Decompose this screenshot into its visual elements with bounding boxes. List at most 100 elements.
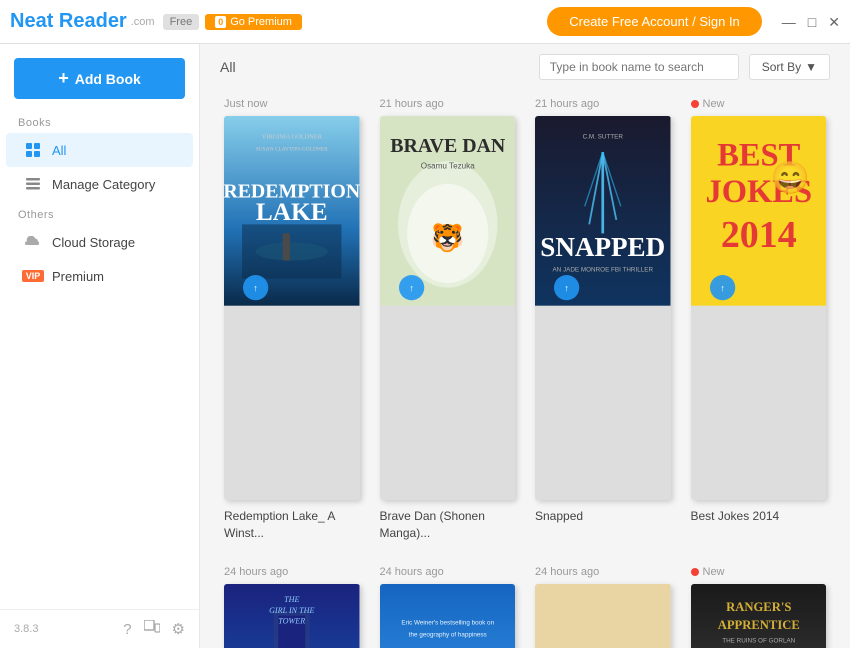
svg-text:VIRGINIA GOLDNER: VIRGINIA GOLDNER xyxy=(262,134,323,141)
book-cover: RANGER'S APPRENTICE THE RUINS OF GORLAN … xyxy=(691,584,827,648)
svg-text:Osamu Tezuka: Osamu Tezuka xyxy=(420,161,474,170)
sidebar-footer: 3.8.3 ? ⚙ xyxy=(0,609,199,648)
timestamp-text: Just now xyxy=(224,98,267,110)
book-timestamp: Just now xyxy=(224,98,360,110)
vip-badge: VIP xyxy=(22,270,45,282)
book-timestamp: 24 hours ago xyxy=(535,566,671,578)
book-title: Brave Dan (Shonen Manga)... xyxy=(380,508,516,542)
sidebar-item-manage-category[interactable]: Manage Category xyxy=(6,167,193,201)
svg-text:the geography of happiness: the geography of happiness xyxy=(408,631,486,638)
manage-category-label: Manage Category xyxy=(52,177,155,192)
sidebar-item-all[interactable]: All xyxy=(6,133,193,167)
window-controls: — □ ✕ xyxy=(782,15,840,29)
book-cover: C.M. SUTTER SNAPPED AN JADE MONROE FBI T… xyxy=(535,116,671,500)
section-title: All xyxy=(220,59,529,75)
book-item[interactable]: New BEST JOKES 2014 😄 ↑ Best Jokes 2014 xyxy=(681,90,837,558)
svg-text:😄: 😄 xyxy=(770,159,809,195)
add-book-button[interactable]: + Add Book xyxy=(14,58,185,99)
svg-text:2014: 2014 xyxy=(720,214,796,256)
app-name-com: .com xyxy=(131,16,155,28)
book-item[interactable]: 24 hours ago This Side of Paradise nodrm… xyxy=(525,558,681,648)
svg-text:GIRL IN THE: GIRL IN THE xyxy=(269,606,314,615)
svg-text:TOWER: TOWER xyxy=(278,617,305,626)
book-timestamp: New xyxy=(691,98,827,110)
book-title: Best Jokes 2014 xyxy=(691,508,827,525)
settings-icon[interactable]: ⚙ xyxy=(172,620,185,638)
svg-text:Eric Weiner's bestselling book: Eric Weiner's bestselling book on xyxy=(401,620,494,627)
svg-text:AN JADE MONROE FBI THRILLER: AN JADE MONROE FBI THRILLER xyxy=(552,266,653,273)
book-item[interactable]: New RANGER'S APPRENTICE THE RUINS OF GOR… xyxy=(681,558,837,648)
book-cover: THE GIRL IN THE TOWER KATHERINE ARDEN ↑ xyxy=(224,584,360,648)
manage-category-icon xyxy=(24,175,42,193)
timestamp-text: 24 hours ago xyxy=(535,566,599,578)
book-cover: Eric Weiner's bestselling book on the ge… xyxy=(380,584,516,648)
all-icon xyxy=(24,141,42,159)
svg-text:↑: ↑ xyxy=(253,283,258,293)
svg-text:THE: THE xyxy=(284,595,299,604)
sidebar-item-cloud-storage[interactable]: Cloud Storage xyxy=(6,225,193,259)
sort-by-button[interactable]: Sort By ▼ xyxy=(749,54,830,80)
premium-label: Premium xyxy=(52,269,104,284)
version-label: 3.8.3 xyxy=(14,623,111,635)
book-item[interactable]: Just now VIRGINIA GOLDNER SUSAN CLAYTON-… xyxy=(214,90,370,558)
timestamp-text: New xyxy=(703,98,725,110)
sidebar-item-premium[interactable]: VIP Premium xyxy=(6,259,193,293)
main-layout: + Add Book Books All xyxy=(0,44,850,648)
sort-by-label: Sort By xyxy=(762,60,801,74)
cloud-storage-label: Cloud Storage xyxy=(52,235,135,250)
book-timestamp: 24 hours ago xyxy=(380,566,516,578)
plus-icon: + xyxy=(58,68,69,89)
timestamp-text: New xyxy=(703,566,725,578)
close-button[interactable]: ✕ xyxy=(828,15,840,29)
add-book-label: Add Book xyxy=(75,71,141,87)
book-item[interactable]: 24 hours ago THE GIRL IN THE TOWER KATHE… xyxy=(214,558,370,648)
svg-text:SNAPPED: SNAPPED xyxy=(540,232,665,262)
book-cover: This Side of Paradise nodrm ↑ xyxy=(535,584,671,648)
restore-button[interactable]: □ xyxy=(808,15,816,29)
search-input[interactable] xyxy=(539,54,739,80)
timestamp-text: 24 hours ago xyxy=(224,566,288,578)
premium-icon: VIP xyxy=(24,267,42,285)
book-timestamp: 24 hours ago xyxy=(224,566,360,578)
create-account-button[interactable]: Create Free Account / Sign In xyxy=(547,7,762,36)
svg-text:THE RUINS OF GORLAN: THE RUINS OF GORLAN xyxy=(722,638,795,645)
svg-text:C.M. SUTTER: C.M. SUTTER xyxy=(583,134,624,141)
book-cover: BRAVE DAN Osamu Tezuka 🐯 ↑ xyxy=(380,116,516,500)
minimize-button[interactable]: — xyxy=(782,15,796,29)
book-timestamp: New xyxy=(691,566,827,578)
books-section-label: Books xyxy=(0,109,199,133)
svg-text:LAKE: LAKE xyxy=(256,198,328,226)
new-dot-icon xyxy=(691,568,699,576)
vip-count: 0 xyxy=(215,16,226,28)
content-area: All Sort By ▼ Just now VIRGINIA GOLDNER … xyxy=(200,44,850,648)
svg-text:BRAVE DAN: BRAVE DAN xyxy=(390,135,506,157)
others-section-label: Others xyxy=(0,201,199,225)
svg-text:↑: ↑ xyxy=(409,283,414,293)
timestamp-text: 21 hours ago xyxy=(380,98,444,110)
book-item[interactable]: 21 hours ago C.M. SUTTER SNAPPED AN JADE… xyxy=(525,90,681,558)
svg-text:RANGER'S: RANGER'S xyxy=(726,600,791,614)
book-timestamp: 21 hours ago xyxy=(535,98,671,110)
go-premium-button[interactable]: 0 Go Premium xyxy=(205,14,302,30)
book-grid: Just now VIRGINIA GOLDNER SUSAN CLAYTON-… xyxy=(200,90,850,648)
new-dot-icon xyxy=(691,100,699,108)
help-icon[interactable]: ? xyxy=(123,621,131,638)
book-title: Redemption Lake_ A Winst... xyxy=(224,508,360,542)
all-label: All xyxy=(52,143,66,158)
svg-text:🐯: 🐯 xyxy=(430,221,464,253)
devices-icon[interactable] xyxy=(144,620,160,638)
app-name: Neat Reader xyxy=(10,10,127,33)
svg-text:APPRENTICE: APPRENTICE xyxy=(717,618,799,632)
book-cover: VIRGINIA GOLDNER SUSAN CLAYTON-GOLDNER R… xyxy=(224,116,360,500)
svg-text:SUSAN CLAYTON-GOLDNER: SUSAN CLAYTON-GOLDNER xyxy=(256,146,328,152)
book-item[interactable]: 21 hours ago BRAVE DAN Osamu Tezuka 🐯 ↑ … xyxy=(370,90,526,558)
book-title: Snapped xyxy=(535,508,671,525)
badge-free: Free xyxy=(163,14,200,30)
svg-text:↑: ↑ xyxy=(564,283,569,293)
sort-chevron-icon: ▼ xyxy=(805,60,817,74)
timestamp-text: 21 hours ago xyxy=(535,98,599,110)
cloud-storage-icon xyxy=(24,233,42,251)
sidebar: + Add Book Books All xyxy=(0,44,200,648)
book-item[interactable]: 24 hours ago Eric Weiner's bestselling b… xyxy=(370,558,526,648)
content-header: All Sort By ▼ xyxy=(200,44,850,90)
